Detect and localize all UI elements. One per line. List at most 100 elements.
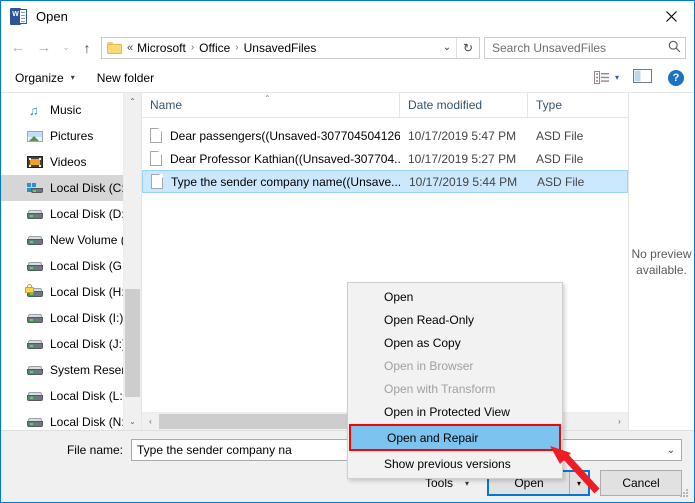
scroll-up-icon[interactable]: ⌃ (124, 93, 141, 110)
chevron-down-icon: ⌄ (661, 445, 681, 456)
sidebar-item-local-disk-h[interactable]: Local Disk (H:) (1, 279, 141, 305)
help-icon[interactable]: ? (668, 70, 684, 86)
column-headers: Name ⌃ Date modified Type (142, 93, 628, 118)
sidebar-item-system-reserved[interactable]: System Reserved (1, 357, 141, 383)
search-input[interactable]: Search UnsavedFiles (484, 37, 686, 59)
resize-grip[interactable] (679, 488, 689, 498)
close-icon[interactable] (648, 1, 694, 31)
table-row[interactable]: Dear passengers((Unsaved-307704504126...… (142, 124, 628, 147)
context-menu-item-open-as-copy[interactable]: Open as Copy (348, 331, 562, 354)
address-dropdown-icon[interactable]: ⌄ (438, 42, 456, 53)
table-row[interactable]: Type the sender company name((Unsave... … (142, 170, 628, 193)
sidebar-item-label: Local Disk (C:) (50, 181, 129, 195)
drive-icon (27, 388, 43, 404)
context-menu-item-open-and-repair[interactable]: Open and Repair (351, 426, 559, 449)
recent-locations-icon[interactable]: ⌄ (57, 36, 75, 60)
windows-drive-icon (27, 180, 43, 196)
command-bar: Organize ▾ New folder ▾ ? (1, 63, 694, 93)
word-icon: W (10, 8, 27, 25)
sidebar-item-music[interactable]: ♫ Music (1, 97, 141, 123)
file-icon (150, 151, 162, 166)
table-row[interactable]: Dear Professor Kathian((Unsaved-307704..… (142, 147, 628, 170)
search-placeholder: Search UnsavedFiles (485, 41, 663, 55)
locked-drive-icon (27, 284, 43, 300)
file-type-cell: ASD File (529, 175, 627, 189)
back-icon[interactable]: ← (5, 36, 31, 60)
sidebar-item-local-disk-n[interactable]: Local Disk (N:) (1, 409, 141, 430)
drive-icon (27, 414, 43, 430)
sidebar-item-local-disk-i[interactable]: Local Disk (I:) (1, 305, 141, 331)
preview-pane-icon[interactable] (633, 69, 652, 86)
chevron-down-icon: ▾ (71, 73, 75, 82)
file-name-cell: Dear passengers((Unsaved-307704504126... (142, 128, 400, 143)
drive-icon (27, 206, 43, 222)
forward-icon[interactable]: → (31, 36, 57, 60)
file-date-cell: 10/17/2019 5:27 PM (400, 152, 528, 166)
column-header-label: Type (536, 98, 562, 112)
context-menu-item-open[interactable]: Open (348, 285, 562, 308)
sidebar-item-local-disk-d[interactable]: Local Disk (D:) (1, 201, 141, 227)
file-type-cell: ASD File (528, 152, 628, 166)
picture-icon (27, 128, 43, 144)
sidebar-item-label: Local Disk (I:) (50, 311, 123, 325)
sidebar-item-new-volume-e[interactable]: New Volume (E:) (1, 227, 141, 253)
sidebar-item-label: Local Disk (H:) (50, 285, 129, 299)
view-layout-icon[interactable] (591, 71, 613, 84)
folder-icon (107, 42, 122, 54)
sidebar-item-local-disk-j[interactable]: Local Disk (J:) (1, 331, 141, 357)
sidebar-item-local-disk-l[interactable]: Local Disk (L:) (1, 383, 141, 409)
column-header-type[interactable]: Type (528, 93, 628, 117)
sidebar-item-videos[interactable]: Videos (1, 149, 141, 175)
search-icon (663, 40, 685, 56)
column-header-date-modified[interactable]: Date modified (400, 93, 528, 117)
cancel-button[interactable]: Cancel (600, 470, 682, 496)
drive-icon (27, 258, 43, 274)
refresh-icon[interactable]: ↻ (457, 41, 479, 55)
file-icon (150, 128, 162, 143)
file-name-label: Dear passengers((Unsaved-307704504126... (170, 129, 400, 143)
title-bar: W Open (1, 1, 694, 32)
context-menu-item-open-in-protected-view[interactable]: Open in Protected View (348, 400, 562, 423)
breadcrumb-item-unsavedfiles[interactable]: UnsavedFiles (244, 41, 317, 55)
context-menu-item-open-read-only[interactable]: Open Read-Only (348, 308, 562, 331)
open-and-repair-highlight-box: Open and Repair (349, 424, 561, 451)
new-folder-button[interactable]: New folder (97, 71, 154, 85)
column-header-label: Date modified (408, 98, 482, 112)
breadcrumb-item-office[interactable]: Office (199, 41, 230, 55)
navigation-bar: ← → ⌄ ↑ « Microsoft › Office › UnsavedFi… (1, 32, 694, 63)
view-dropdown-icon[interactable]: ▾ (615, 73, 619, 82)
music-icon: ♫ (27, 102, 43, 118)
file-name-label: Dear Professor Kathian((Unsaved-307704..… (170, 152, 400, 166)
sidebar-item-local-disk-c[interactable]: Local Disk (C:) (1, 175, 141, 201)
drive-icon (27, 362, 43, 378)
sidebar-item-local-disk-g[interactable]: Local Disk (G:) (1, 253, 141, 279)
sidebar-item-pictures[interactable]: Pictures (1, 123, 141, 149)
scroll-right-icon[interactable]: › (611, 417, 628, 426)
sidebar-item-label: Pictures (50, 129, 93, 143)
file-date-cell: 10/17/2019 5:44 PM (401, 175, 529, 189)
breadcrumb-overflow-icon[interactable]: « (127, 42, 133, 54)
navigation-pane: ♫ Music Pictures Videos Local Disk (C:) … (1, 93, 141, 430)
breadcrumb-separator-icon: › (191, 42, 194, 53)
file-name-label: Type the sender company name((Unsave... (171, 175, 401, 189)
sidebar-item-label: Local Disk (L:) (50, 389, 127, 403)
organize-button[interactable]: Organize ▾ (15, 71, 75, 85)
scroll-down-icon[interactable]: ⌄ (124, 413, 141, 430)
navigation-pane-scrollbar[interactable]: ⌃ ⌄ (123, 93, 141, 430)
preview-message-line2: available. (631, 262, 691, 278)
open-file-dialog: W Open ← → ⌄ ↑ « Microsoft › Office › Un… (0, 0, 695, 503)
context-menu-item-open-with-transform: Open with Transform (348, 377, 562, 400)
context-menu-item-show-previous-versions[interactable]: Show previous versions (348, 452, 562, 475)
up-icon[interactable]: ↑ (75, 36, 99, 60)
video-icon (27, 154, 43, 170)
breadcrumb-item-microsoft[interactable]: Microsoft (137, 41, 186, 55)
scrollbar-thumb[interactable] (125, 289, 140, 397)
scroll-left-icon[interactable]: ‹ (142, 417, 159, 426)
open-dropdown-icon[interactable]: ▾ (569, 472, 588, 494)
window-title: Open (36, 9, 68, 24)
address-bar[interactable]: « Microsoft › Office › UnsavedFiles ⌄ ↻ (101, 37, 480, 59)
context-menu: Open Open Read-Only Open as Copy Open in… (347, 282, 563, 479)
preview-pane: No preview available. (628, 93, 694, 430)
sidebar-item-label: Local Disk (D:) (50, 207, 129, 221)
column-header-name[interactable]: Name ⌃ (142, 93, 400, 117)
